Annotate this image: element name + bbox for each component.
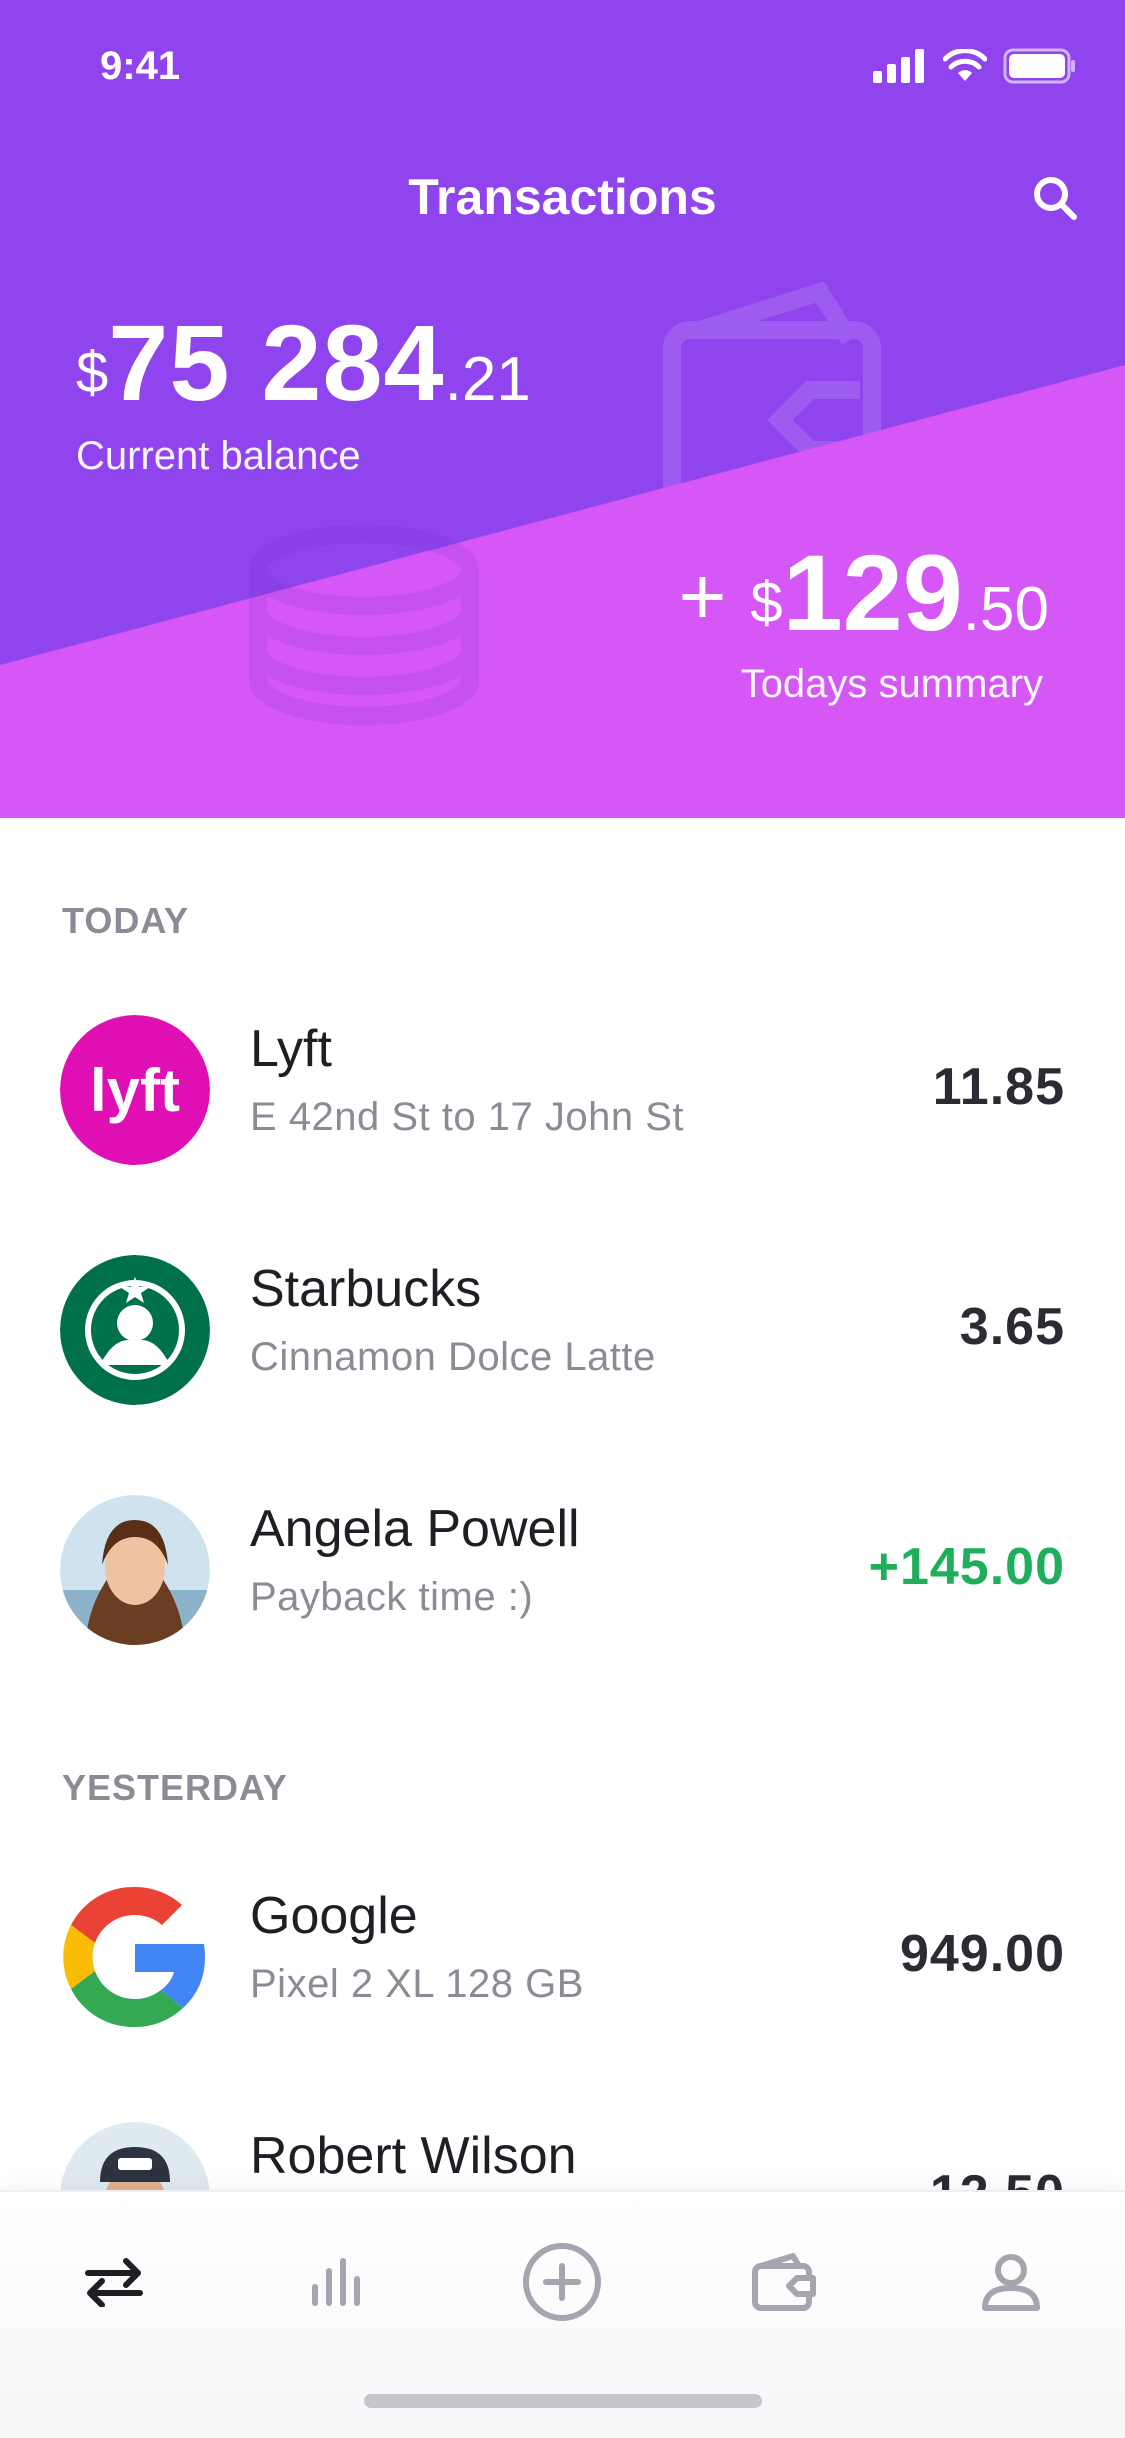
search-icon[interactable] — [1031, 174, 1079, 222]
summary-label: Todays summary — [740, 662, 1043, 706]
transaction-amount: +145.00 — [868, 1538, 1065, 1596]
avatar — [60, 1495, 210, 1645]
tab-statistics[interactable] — [287, 2232, 387, 2332]
transaction-subtitle: Payback time :) — [250, 1575, 534, 1619]
header: 9:41 Transactions $75 284.21 Current bal… — [0, 0, 1125, 818]
tab-profile[interactable] — [961, 2232, 1061, 2332]
transaction-amount: 3.65 — [959, 1298, 1065, 1356]
transaction-row[interactable]: Angela Powell Payback time :) +145.00 — [0, 1475, 1125, 1655]
status-time: 9:41 — [100, 44, 181, 88]
transaction-name: Lyft — [250, 1020, 332, 1078]
signal-icon — [873, 49, 924, 83]
chart-icon — [312, 2258, 360, 2306]
transfer-icon — [85, 2258, 143, 2307]
add-icon — [523, 2243, 601, 2321]
wallet-icon — [752, 2253, 816, 2311]
current-balance: $75 284.21 — [76, 300, 531, 425]
page-title: Transactions — [408, 169, 717, 225]
transaction-subtitle: Pixel 2 XL 128 GB — [250, 1962, 584, 2006]
home-indicator[interactable] — [364, 2394, 762, 2408]
tab-transactions[interactable] — [64, 2232, 164, 2332]
wifi-icon — [943, 49, 987, 81]
lyft-logo: lyft — [60, 1015, 210, 1165]
transaction-name: Google — [250, 1887, 418, 1945]
tab-add[interactable] — [512, 2232, 612, 2332]
transaction-row[interactable]: lyft Lyft E 42nd St to 17 John St 11.85 — [0, 995, 1125, 1175]
balance-label: Current balance — [76, 434, 361, 478]
transaction-amount: 949.00 — [899, 1925, 1065, 1983]
todays-summary: + $129.50 — [678, 530, 1049, 655]
transaction-amount: 11.85 — [932, 1058, 1065, 1116]
battery-icon — [1003, 48, 1075, 84]
svg-text:lyft: lyft — [90, 1057, 180, 1124]
balance-currency: $ — [76, 340, 109, 405]
transaction-name: Angela Powell — [250, 1500, 580, 1558]
status-bar: 9:41 — [0, 0, 1125, 130]
transaction-row[interactable]: Starbucks Cinnamon Dolce Latte 3.65 — [0, 1235, 1125, 1415]
summary-currency: $ — [750, 570, 783, 635]
summary-sign: + — [678, 551, 727, 642]
google-logo — [60, 1882, 210, 2032]
transaction-row[interactable]: Google Pixel 2 XL 128 GB 949.00 — [0, 1862, 1125, 2042]
starbucks-logo — [60, 1255, 210, 1405]
summary-cents: .50 — [962, 575, 1049, 644]
balance-cents: .21 — [444, 345, 531, 414]
balance-whole: 75 284 — [108, 302, 445, 423]
section-title-today: TODAY — [62, 900, 190, 941]
summary-whole: 129 — [782, 532, 963, 653]
section-title-yesterday: YESTERDAY — [62, 1767, 288, 1808]
profile-icon — [982, 2254, 1040, 2311]
tab-wallet[interactable] — [735, 2232, 835, 2332]
transaction-subtitle: Cinnamon Dolce Latte — [250, 1335, 656, 1379]
transaction-name: Starbucks — [250, 1260, 482, 1318]
transaction-name: Robert Wilson — [250, 2127, 577, 2185]
transaction-subtitle: E 42nd St to 17 John St — [250, 1095, 685, 1139]
status-icons — [873, 48, 1077, 84]
